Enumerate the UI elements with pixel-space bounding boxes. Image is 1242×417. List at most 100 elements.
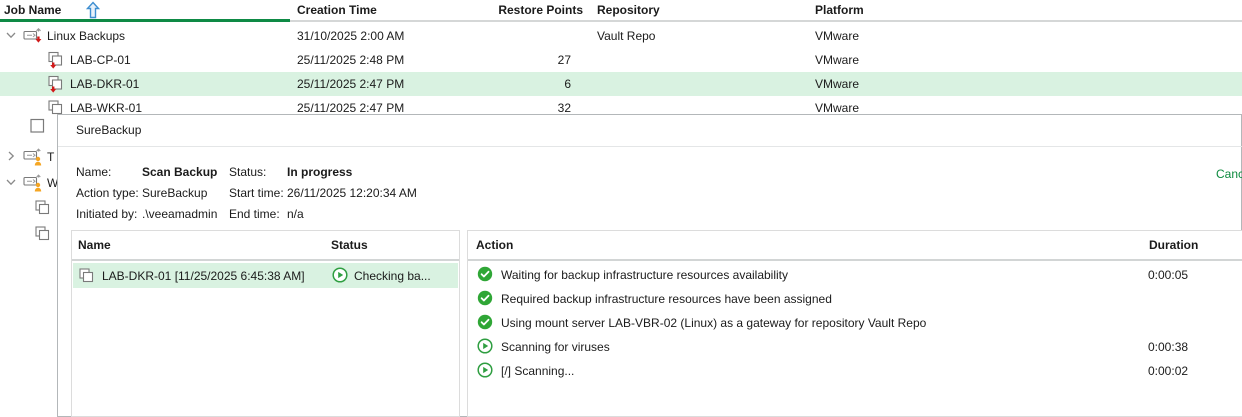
action-text: Using mount server LAB-VBR-02 (Linux) as… <box>501 316 926 330</box>
job-name-cell: LAB-CP-01 <box>0 48 131 72</box>
dialog-title: SureBackup <box>76 123 141 137</box>
vm-status: Checking ba... <box>354 269 431 283</box>
column-header-name[interactable]: Name <box>78 238 111 252</box>
cancel-button[interactable]: Cancel <box>1216 167 1242 181</box>
column-header-repository[interactable]: Repository <box>597 3 660 17</box>
jobs-table-header: Job Name Creation Time Restore Points Re… <box>0 0 1242 22</box>
platform-cell: VMware <box>815 53 859 67</box>
job-name-label: LAB-WKR-01 <box>68 101 142 115</box>
header-underline <box>72 259 459 261</box>
restore-points-cell: 27 <box>460 53 571 67</box>
success-icon <box>477 266 493 285</box>
restore-points-cell: 6 <box>460 77 571 91</box>
chevron-icon[interactable] <box>28 101 46 115</box>
chevron-down-icon[interactable] <box>5 176 23 190</box>
column-header-action[interactable]: Action <box>476 238 513 252</box>
tree-item[interactable]: T <box>5 145 54 169</box>
action-type-value: SureBackup <box>142 186 207 200</box>
platform-cell: VMware <box>815 101 859 115</box>
backup-job-user-icon <box>23 148 45 166</box>
start-time-value: 26/11/2025 12:20:34 AM <box>287 186 417 200</box>
chevron-right-icon[interactable] <box>5 150 23 164</box>
action-duration: 0:00:02 <box>1148 364 1188 378</box>
in-progress-icon <box>477 362 493 381</box>
success-icon <box>477 290 493 309</box>
jobs-table-body: Linux Backups 31/10/2025 2:00 AM Vault R… <box>0 24 1242 120</box>
success-icon <box>477 314 493 333</box>
tree-item[interactable] <box>33 222 55 246</box>
column-header-platform[interactable]: Platform <box>815 3 864 17</box>
action-text: Waiting for backup infrastructure resour… <box>501 268 788 282</box>
creation-time-cell: 25/11/2025 2:48 PM <box>297 53 404 67</box>
header-underline <box>468 259 1242 261</box>
table-row[interactable]: LAB-CP-01 25/11/2025 2:48 PM 27 VMware <box>0 48 1242 72</box>
column-header-creation-time[interactable]: Creation Time <box>297 3 377 17</box>
chevron-icon[interactable] <box>28 53 46 67</box>
vm-name: LAB-DKR-01 [11/25/2025 6:45:38 AM] <box>102 269 305 283</box>
chevron-icon[interactable] <box>28 77 46 91</box>
vm-icon <box>33 199 55 217</box>
vm-list: Name Status LAB-DKR-01 [11/25/2025 6:45:… <box>71 230 460 417</box>
action-row[interactable]: Scanning for viruses 0:00:38 <box>469 334 1242 358</box>
platform-cell: VMware <box>815 77 859 91</box>
action-row[interactable]: [/] Scanning... 0:00:02 <box>469 358 1242 382</box>
in-progress-icon <box>332 267 348 286</box>
backup-job-user-icon <box>23 174 45 192</box>
sorted-column-underline <box>0 19 290 22</box>
action-type-label: Action type: <box>76 186 139 200</box>
status-value: In progress <box>287 165 352 179</box>
column-header-job-name[interactable]: Job Name <box>4 3 61 17</box>
table-row[interactable]: Linux Backups 31/10/2025 2:00 AM Vault R… <box>0 24 1242 48</box>
veeam-app-window: Job Name Creation Time Restore Points Re… <box>0 0 1242 417</box>
action-duration: 0:00:38 <box>1148 340 1188 354</box>
vm-list-header: Name Status <box>72 231 459 259</box>
name-value: Scan Backup <box>142 165 217 179</box>
name-label: Name: <box>76 165 111 179</box>
action-text: Required backup infrastructure resources… <box>501 292 832 306</box>
vm-red-icon <box>46 75 68 93</box>
header-underline <box>290 20 1242 22</box>
end-time-value: n/a <box>287 207 304 221</box>
job-name-label: Linux Backups <box>45 29 125 43</box>
end-time-label: End time: <box>229 207 280 221</box>
action-list-header: Action Duration <box>468 231 1242 259</box>
in-progress-icon <box>477 338 493 357</box>
start-time-label: Start time: <box>229 186 284 200</box>
tree-item[interactable] <box>33 196 55 220</box>
vm-icon <box>33 225 55 243</box>
action-duration: 0:00:05 <box>1148 268 1188 282</box>
action-text: Scanning for viruses <box>501 340 610 354</box>
action-text: [/] Scanning... <box>501 364 574 378</box>
tree-item[interactable]: W <box>5 171 58 195</box>
creation-time-cell: 25/11/2025 2:47 PM <box>297 101 404 115</box>
restore-points-cell: 32 <box>460 101 571 115</box>
column-header-status[interactable]: Status <box>331 238 368 252</box>
repository-cell: Vault Repo <box>597 29 655 43</box>
initiated-by-value: .\veeamadmin <box>142 207 217 221</box>
vm-icon <box>77 267 95 288</box>
column-header-duration[interactable]: Duration <box>1149 238 1198 252</box>
backup-job-red-icon <box>23 27 45 45</box>
action-row[interactable]: Waiting for backup infrastructure resour… <box>469 262 1242 286</box>
creation-time-cell: 31/10/2025 2:00 AM <box>297 29 404 43</box>
tree-item-label: T <box>45 150 54 164</box>
creation-time-cell: 25/11/2025 2:47 PM <box>297 77 404 91</box>
table-row[interactable]: LAB-DKR-01 25/11/2025 2:47 PM 6 VMware <box>0 72 1242 96</box>
vm-row[interactable]: LAB-DKR-01 [11/25/2025 6:45:38 AM] Check… <box>73 263 458 288</box>
job-name-label: LAB-CP-01 <box>68 53 131 67</box>
column-header-restore-points[interactable]: Restore Points <box>460 3 583 17</box>
action-list: Action Duration Waiting for backup infra… <box>467 230 1242 417</box>
surebackup-session-dialog: SureBackup Name: Scan Backup Status: In … <box>57 114 1242 417</box>
status-label: Status: <box>229 165 266 179</box>
action-row[interactable]: Required backup infrastructure resources… <box>469 286 1242 310</box>
vm-icon <box>30 118 45 137</box>
action-row[interactable]: Using mount server LAB-VBR-02 (Linux) as… <box>469 310 1242 334</box>
job-name-cell: LAB-DKR-01 <box>0 72 139 96</box>
initiated-by-label: Initiated by: <box>76 207 137 221</box>
job-name-label: LAB-DKR-01 <box>68 77 139 91</box>
job-name-cell: Linux Backups <box>0 24 125 48</box>
vm-red-icon <box>46 51 68 69</box>
title-separator <box>58 146 1242 147</box>
expanded-icon[interactable] <box>5 29 23 43</box>
platform-cell: VMware <box>815 29 859 43</box>
